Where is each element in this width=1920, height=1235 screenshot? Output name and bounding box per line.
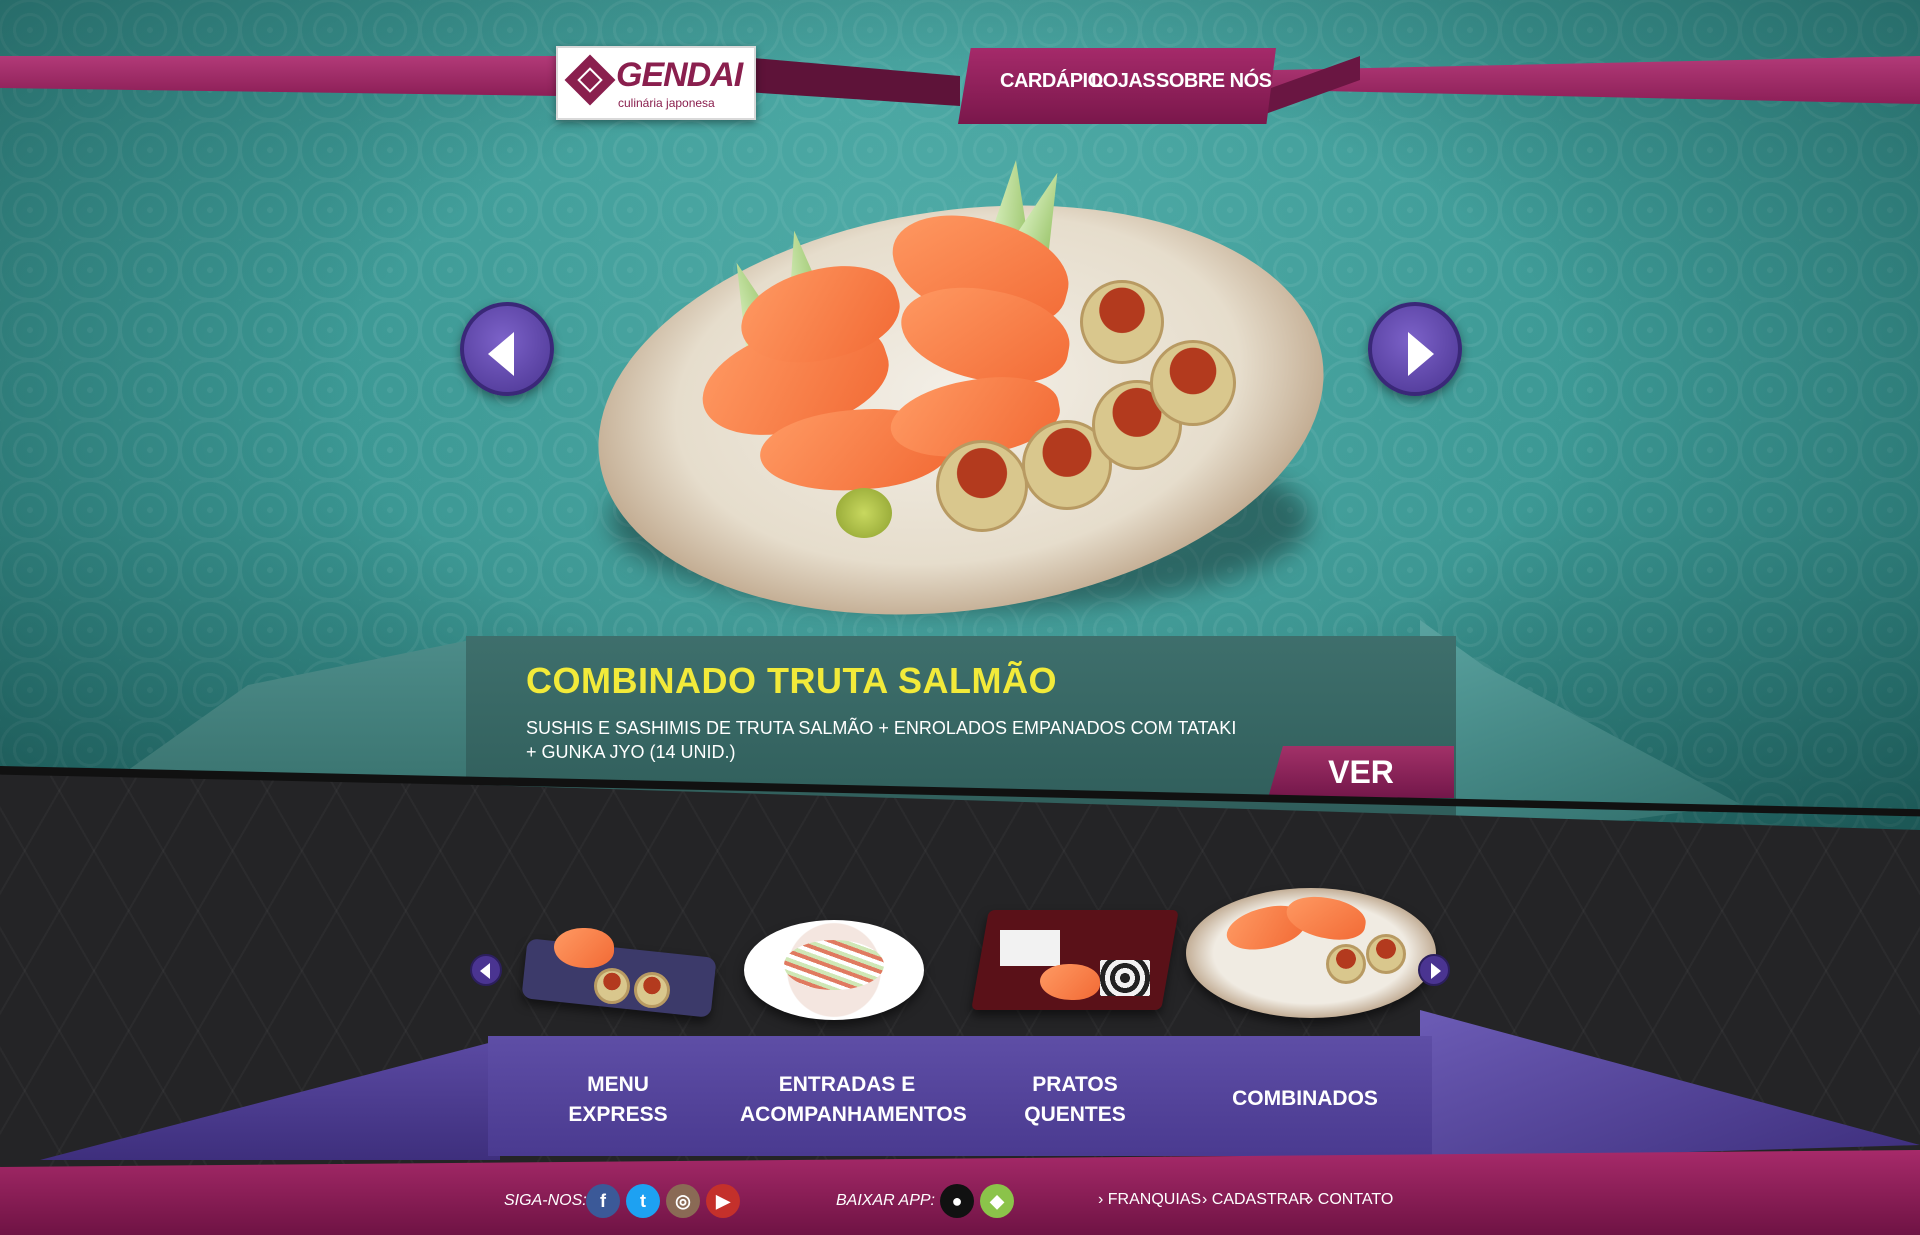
wasabi [836, 488, 892, 538]
sushi-roll [936, 440, 1028, 532]
nav-item-cardapio[interactable]: CARDÁPIO [1000, 70, 1103, 93]
thumbnail-entradas[interactable] [744, 910, 924, 1030]
android-icon[interactable]: ◆ [980, 1184, 1014, 1218]
thumbnail-food [1000, 930, 1060, 966]
instagram-icon[interactable]: ◎ [666, 1184, 700, 1218]
chevron-right-icon [1431, 963, 1441, 979]
follow-label: SIGA-NOS: [504, 1192, 587, 1209]
youtube-icon[interactable]: ▶ [706, 1184, 740, 1218]
chevron-right-icon [1408, 332, 1434, 376]
thumbs-prev-button[interactable] [470, 954, 502, 986]
download-label: BAIXAR APP: [836, 1192, 935, 1209]
thumbnail-food [1326, 944, 1366, 984]
thumbnail-food [784, 940, 884, 990]
dish-description: SUSHIS E SASHIMIS DE TRUTA SALMÃO + ENRO… [526, 718, 1237, 762]
twitter-icon[interactable]: t [626, 1184, 660, 1218]
facebook-icon[interactable]: f [586, 1184, 620, 1218]
sushi-roll [1150, 340, 1236, 426]
footer-link-cadastrar[interactable]: › CADASTRAR [1202, 1191, 1310, 1209]
logo-name: GENDAI [616, 56, 743, 94]
thumbnail-food [554, 928, 614, 968]
category-pratos-quentes[interactable]: PRATOS QUENTES [1010, 1070, 1140, 1130]
thumbnail-food [594, 968, 630, 1004]
category-entradas[interactable]: ENTRADAS E ACOMPANHAMENTOS [740, 1070, 967, 1130]
logo-tagline: culinária japonesa [618, 96, 715, 110]
thumbnail-food [1100, 960, 1150, 996]
view-price-button[interactable]: VER PREÇO [1268, 746, 1454, 798]
chevron-left-icon [480, 963, 490, 979]
nav-item-sobre-nos[interactable]: SOBRE NÓS [1156, 70, 1272, 93]
logo[interactable]: GENDAI culinária japonesa [556, 46, 756, 120]
thumbs-next-button[interactable] [1418, 954, 1450, 986]
category-menu-express[interactable]: MENU EXPRESS [550, 1070, 686, 1130]
nav-item-lojas[interactable]: LOJAS [1091, 70, 1156, 93]
sushi-roll [1080, 280, 1164, 364]
chevron-left-icon [488, 332, 514, 376]
apple-icon[interactable]: ● [940, 1184, 974, 1218]
thumbnail-food [634, 972, 670, 1008]
hero-next-button[interactable] [1368, 302, 1462, 396]
dish-title: COMBINADO TRUTA SALMÃO [526, 660, 1057, 701]
main-nav: CARDÁPIO LOJAS SOBRE NÓS [958, 48, 1276, 124]
category-combinados[interactable]: COMBINADOS [1230, 1084, 1380, 1114]
thumbnail-pratos-quentes[interactable] [971, 900, 1179, 1020]
hero-prev-button[interactable] [460, 302, 554, 396]
thumbnail-food [1040, 964, 1100, 1000]
thumbnail-food [1366, 934, 1406, 974]
footer-link-franquias[interactable]: › FRANQUIAS [1098, 1191, 1201, 1209]
footer-link-contato[interactable]: › CONTATO [1308, 1191, 1393, 1209]
thumbnail-menu-express[interactable] [521, 918, 717, 1028]
thumbnail-combinados[interactable] [1186, 868, 1440, 1018]
